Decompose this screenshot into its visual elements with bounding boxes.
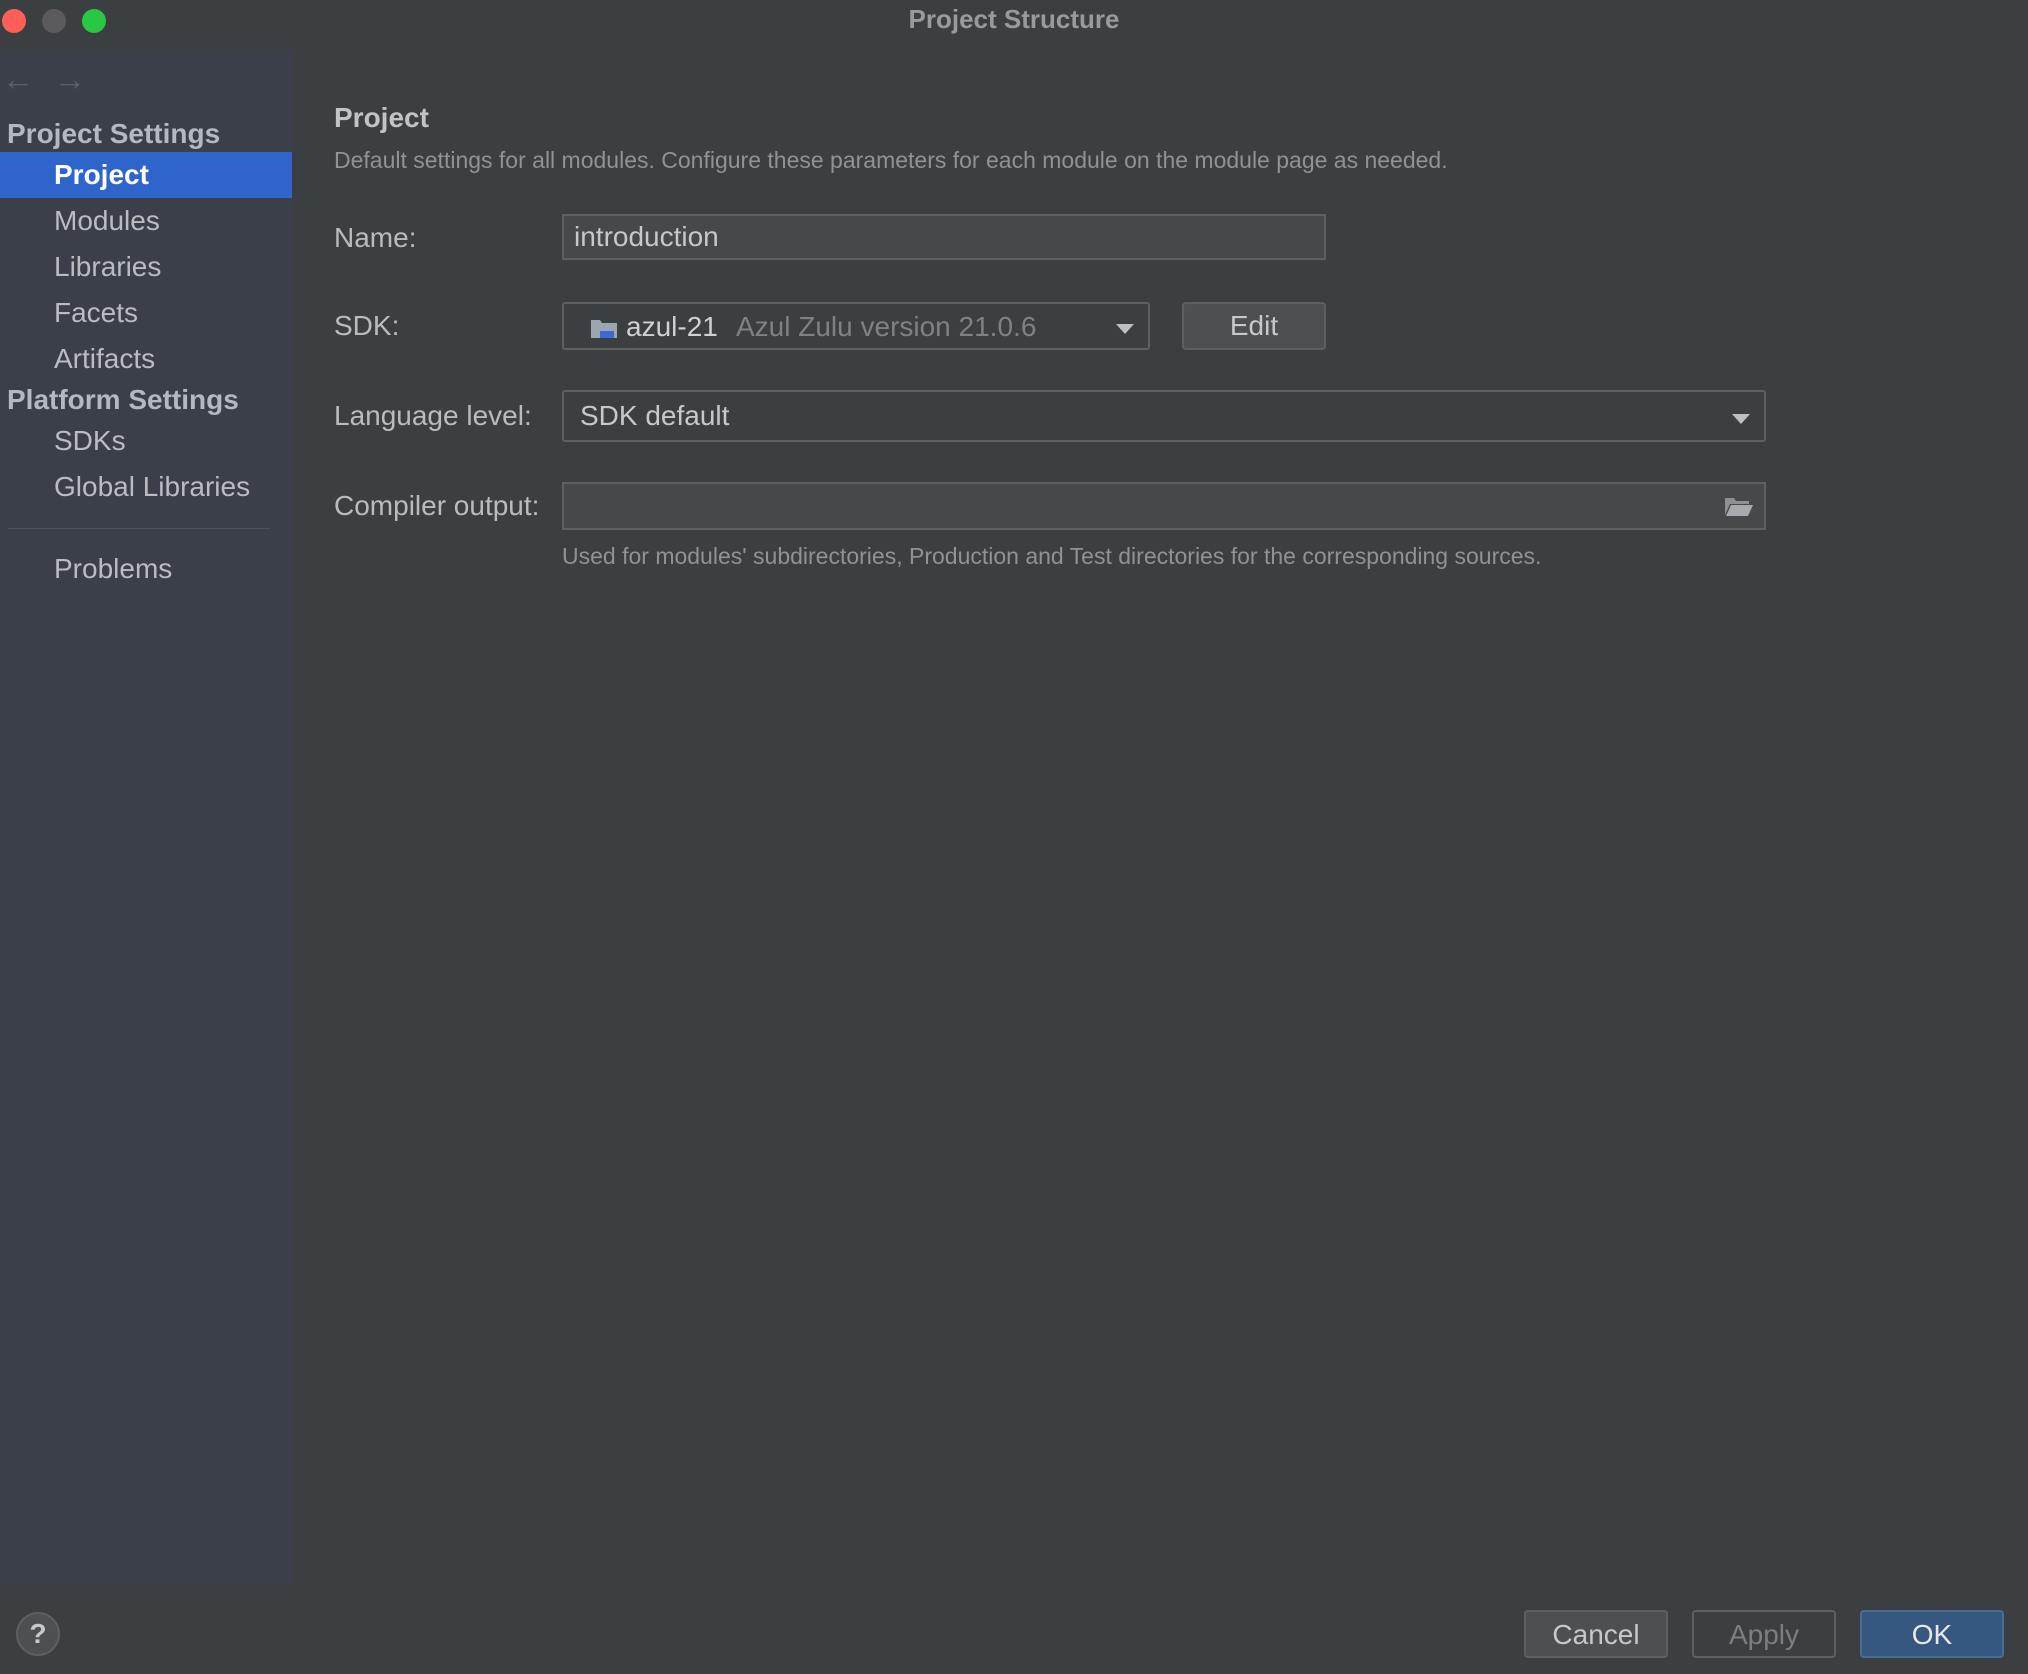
- language-level-dropdown[interactable]: SDK default: [562, 390, 1766, 442]
- title-bar: Project Structure: [0, 0, 2028, 40]
- sdk-dropdown[interactable]: azul-21 Azul Zulu version 21.0.6: [562, 302, 1150, 350]
- sidebar-item-global-libraries[interactable]: Global Libraries: [0, 464, 292, 510]
- browse-folder-icon[interactable]: [1724, 494, 1754, 518]
- window-title: Project Structure: [908, 4, 1120, 34]
- sidebar-item-sdks[interactable]: SDKs: [0, 418, 292, 464]
- language-level-label: Language level:: [334, 400, 532, 431]
- sidebar-divider: [8, 528, 270, 529]
- sidebar-item-modules[interactable]: Modules: [0, 198, 292, 244]
- sdk-version: Azul Zulu version 21.0.6: [736, 311, 1037, 342]
- project-structure-dialog: Project Structure ← → Project Settings P…: [0, 0, 2028, 1674]
- sidebar-item-facets[interactable]: Facets: [0, 290, 292, 336]
- help-button[interactable]: ?: [16, 1612, 60, 1656]
- page-description: Default settings for all modules. Config…: [334, 147, 1448, 173]
- language-level-value: SDK default: [580, 400, 730, 431]
- sidebar-item-label: Global Libraries: [54, 471, 251, 502]
- ok-button[interactable]: OK: [1860, 1610, 2004, 1658]
- cancel-button[interactable]: Cancel: [1524, 1610, 1668, 1658]
- sidebar-item-label: Project: [54, 159, 149, 190]
- sidebar-item-label: Libraries: [54, 251, 162, 282]
- sidebar-item-label: Modules: [54, 205, 160, 236]
- sidebar-item-label: Facets: [54, 297, 139, 328]
- apply-button[interactable]: Apply: [1692, 1610, 1836, 1658]
- sidebar-item-project[interactable]: Project: [0, 152, 292, 198]
- sidebar-item-label: Problems: [54, 553, 173, 584]
- chevron-down-icon: [1116, 324, 1134, 334]
- sidebar-item-artifacts[interactable]: Artifacts: [0, 336, 292, 382]
- sidebar-item-problems[interactable]: Problems: [0, 546, 292, 592]
- sidebar-item-libraries[interactable]: Libraries: [0, 244, 292, 290]
- sidebar-item-label: SDKs: [54, 425, 126, 456]
- compiler-output-field[interactable]: [562, 482, 1766, 530]
- sdk-name: azul-21: [626, 311, 718, 342]
- chevron-down-icon: [1732, 414, 1750, 424]
- sidebar-item-label: Artifacts: [54, 343, 156, 374]
- compiler-output-hint: Used for modules' subdirectories, Produc…: [562, 543, 1542, 569]
- sdk-folder-icon: [591, 320, 617, 338]
- sidebar: ← → Project Settings Project Modules Lib…: [0, 50, 292, 1584]
- sdk-label: SDK:: [334, 310, 400, 341]
- name-label: Name:: [334, 222, 417, 253]
- section-header-platform-settings: Platform Settings: [7, 384, 239, 415]
- section-header-project-settings: Project Settings: [7, 118, 221, 149]
- name-field[interactable]: [562, 214, 1326, 260]
- forward-arrow-icon[interactable]: →: [54, 63, 86, 95]
- compiler-output-label: Compiler output:: [334, 490, 540, 521]
- sdk-edit-button[interactable]: Edit: [1182, 302, 1326, 350]
- page-title: Project: [334, 102, 429, 133]
- back-arrow-icon[interactable]: ←: [2, 63, 34, 95]
